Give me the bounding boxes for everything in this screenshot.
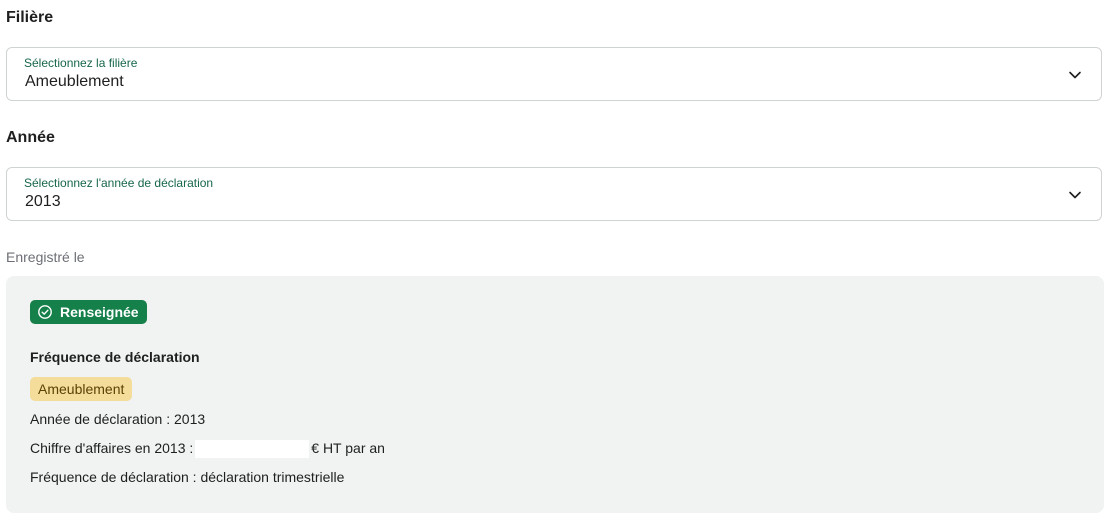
status-badge-label: Renseignée [60, 304, 139, 320]
annee-select[interactable]: Sélectionnez l'année de déclaration 2013 [6, 167, 1102, 221]
frequency-line: Fréquence de déclaration : déclaration t… [30, 469, 345, 485]
revenue-line: Chiffre d'affaires en 2013 : € HT par an [30, 440, 385, 459]
filiere-select-value: Ameublement [25, 73, 124, 90]
status-badge: Renseignée [30, 300, 147, 324]
saved-date-label: Enregistré le [6, 249, 85, 265]
filiere-select-caption: Sélectionnez la filière [24, 56, 138, 70]
annee-select-value: 2013 [25, 193, 61, 210]
filiere-select[interactable]: Sélectionnez la filière Ameublement [6, 47, 1102, 101]
annee-title: Année [6, 129, 55, 146]
annee-select-caption: Sélectionnez l'année de déclaration [24, 176, 214, 190]
filiere-title: Filière [6, 9, 54, 26]
redacted-revenue-value [195, 440, 310, 459]
filiere-tag: Ameublement [30, 377, 133, 401]
chevron-down-icon[interactable] [1067, 67, 1083, 83]
revenue-prefix: Chiffre d'affaires en 2013 : [30, 440, 194, 456]
frequency-heading: Fréquence de déclaration [30, 349, 200, 365]
check-circle-icon [38, 305, 52, 319]
chevron-down-icon[interactable] [1067, 187, 1083, 203]
revenue-suffix: € HT par an [311, 440, 385, 456]
declaration-year-line: Année de déclaration : 2013 [30, 411, 206, 427]
declaration-summary-panel: Renseignée Fréquence de déclaration Ameu… [6, 276, 1104, 513]
